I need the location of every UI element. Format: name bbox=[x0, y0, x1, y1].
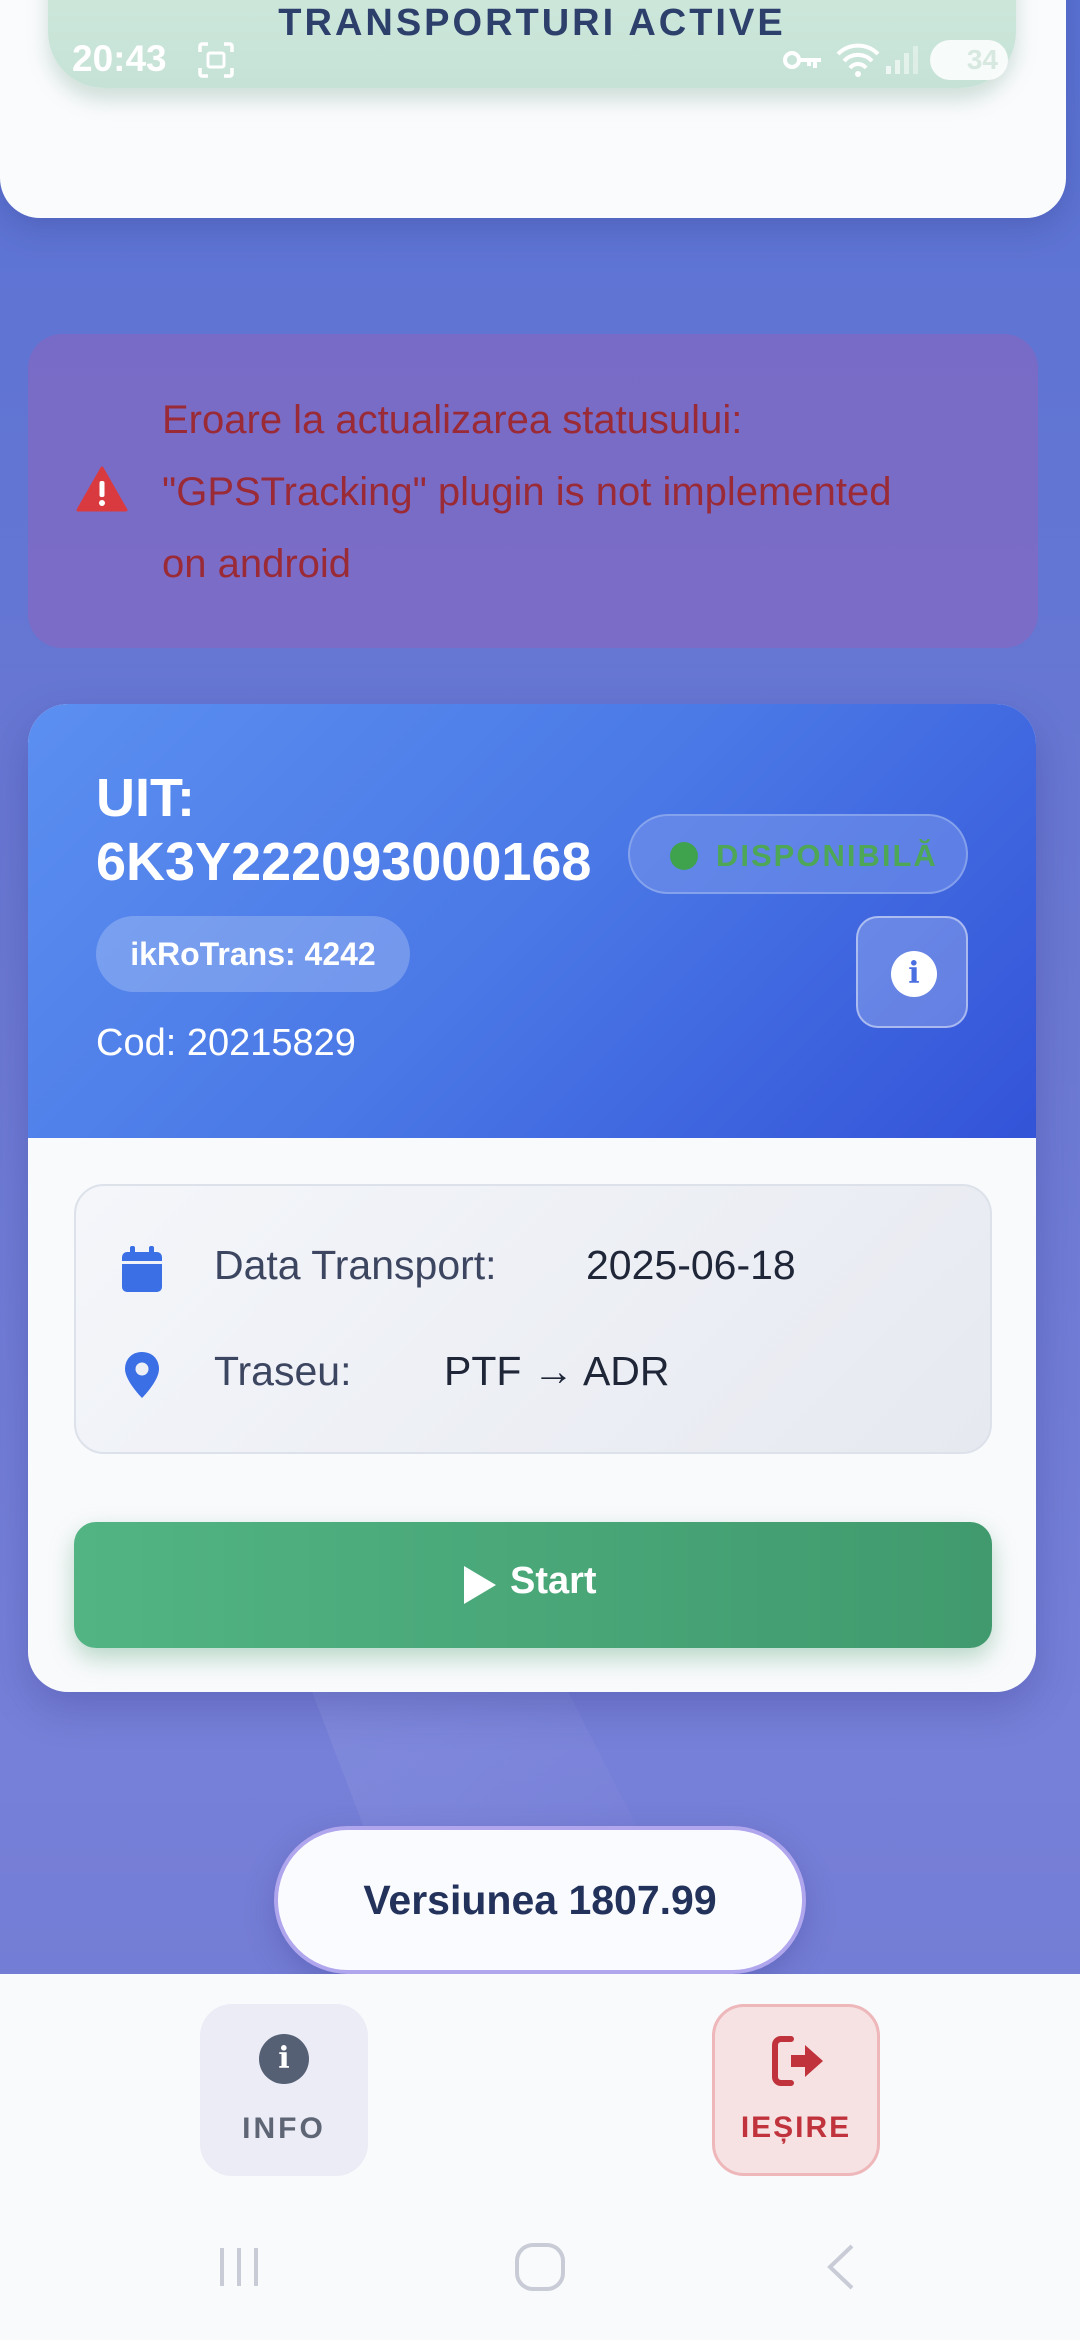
company-badge: ikRoTrans: 4242 bbox=[96, 916, 410, 992]
route-value: PTF → ADR bbox=[444, 1348, 670, 1394]
transport-card: UIT: 6K3Y222093000168 DISPONIBILĂ ikRoTr… bbox=[28, 704, 1036, 1692]
transport-code: Cod: 20215829 bbox=[96, 1022, 356, 1064]
warning-icon bbox=[76, 466, 128, 512]
play-icon bbox=[464, 1566, 496, 1604]
back-icon[interactable] bbox=[822, 2242, 862, 2292]
transport-card-header: UIT: 6K3Y222093000168 DISPONIBILĂ ikRoTr… bbox=[28, 704, 1036, 1138]
signal-icon bbox=[886, 46, 918, 74]
date-label: Data Transport: bbox=[214, 1242, 497, 1288]
error-line-1: Eroare la actualizarea statusului: bbox=[162, 398, 743, 442]
nav-info-label: INFO bbox=[242, 2112, 326, 2145]
top-header-card: TRANSPORTURI ACTIVE bbox=[0, 0, 1066, 218]
recent-apps-icon[interactable] bbox=[214, 2242, 264, 2292]
start-label: Start bbox=[510, 1560, 597, 1602]
screenshot-icon bbox=[198, 42, 234, 78]
nav-exit-label: IEȘIRE bbox=[740, 2111, 852, 2144]
status-time: 20:43 bbox=[72, 38, 167, 79]
wifi-icon bbox=[836, 43, 880, 77]
status-text: DISPONIBILĂ bbox=[716, 838, 938, 873]
bottom-nav: i INFO IEȘIRE bbox=[0, 1974, 1080, 2340]
error-line-2: "GPSTracking" plugin is not implemented bbox=[162, 470, 892, 514]
vpn-key-icon bbox=[783, 51, 821, 69]
calendar-icon bbox=[122, 1246, 162, 1292]
error-message: Eroare la actualizarea statusului: "GPST… bbox=[162, 384, 1022, 600]
home-icon[interactable] bbox=[512, 2242, 568, 2292]
battery-icon: 34 bbox=[930, 40, 1008, 80]
start-button[interactable]: Start bbox=[74, 1522, 992, 1648]
logout-icon bbox=[772, 2036, 823, 2086]
date-value: 2025-06-18 bbox=[586, 1242, 796, 1288]
status-badge: DISPONIBILĂ bbox=[628, 814, 968, 894]
route-label: Traseu: bbox=[214, 1348, 352, 1394]
nav-exit-button[interactable]: IEȘIRE bbox=[712, 2004, 880, 2176]
page-title: TRANSPORTURI ACTIVE bbox=[278, 2, 786, 44]
map-pin-icon bbox=[125, 1352, 159, 1398]
info-icon: i bbox=[259, 2034, 309, 2084]
version-badge: Versiunea 1807.99 bbox=[274, 1826, 806, 1974]
info-icon: i bbox=[891, 951, 937, 997]
uit-label: UIT: bbox=[96, 768, 195, 828]
error-line-3: on android bbox=[162, 542, 352, 586]
transport-details: Data Transport: 2025-06-18 Traseu: PTF →… bbox=[74, 1184, 992, 1454]
nav-info-button[interactable]: i INFO bbox=[200, 2004, 368, 2176]
transport-info-button[interactable]: i bbox=[856, 916, 968, 1028]
uit-value: 6K3Y222093000168 bbox=[96, 832, 592, 892]
status-dot-icon bbox=[670, 842, 698, 870]
